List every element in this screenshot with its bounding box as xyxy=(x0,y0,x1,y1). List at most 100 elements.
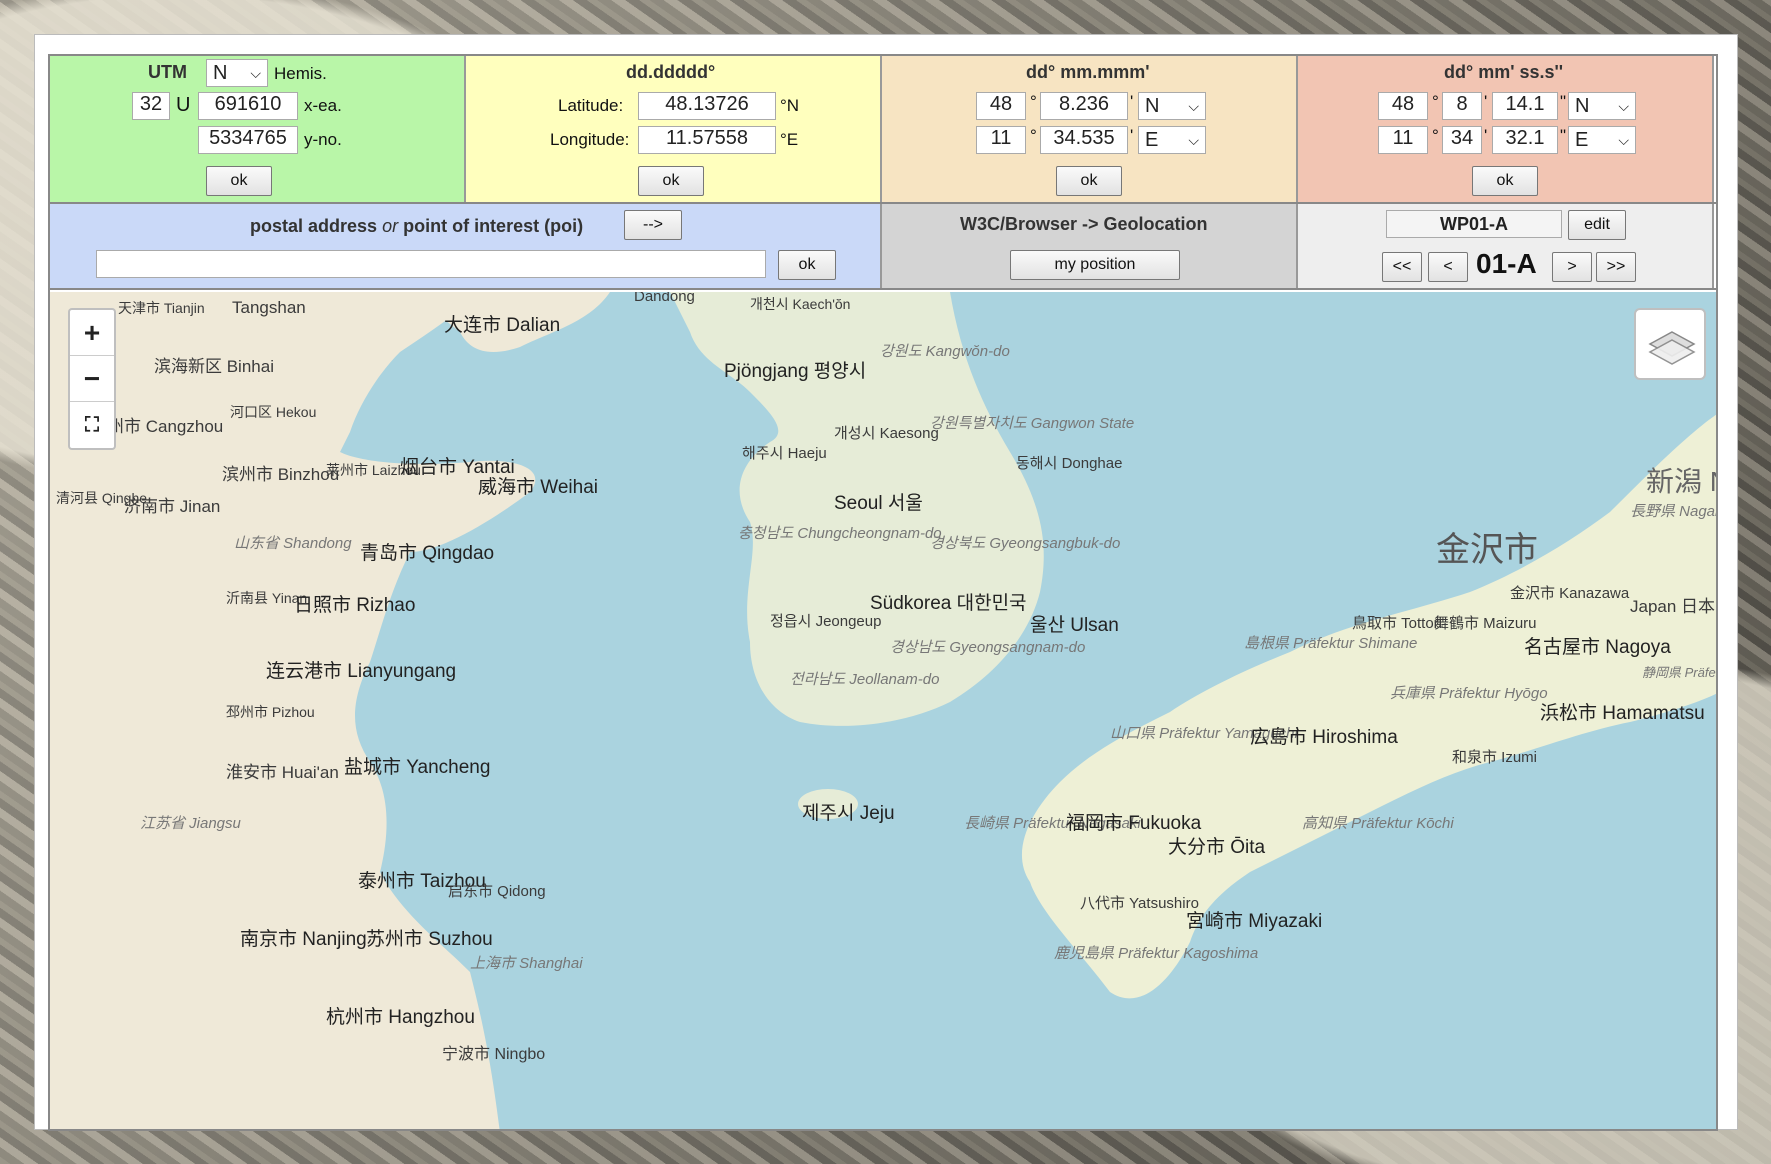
dm-lon-deg-sym: ° xyxy=(1030,126,1037,145)
zoom-out-button[interactable]: − xyxy=(70,356,114,402)
dm-ok-button[interactable]: ok xyxy=(1056,166,1122,196)
map-label: Seoul 서울 xyxy=(834,493,923,514)
map-label: 杭州市 Hangzhou xyxy=(326,1007,475,1028)
degrees-minutes-seconds-section: dd° mm' ss.s'' 48 ° 8 ' 14.1 " N ⌵ 11 ° … xyxy=(1298,56,1714,202)
my-position-button[interactable]: my position xyxy=(1010,250,1180,280)
easting-field[interactable]: 691610 xyxy=(198,92,298,120)
chevron-down-icon: ⌵ xyxy=(1618,132,1629,148)
map-label: 金沢市 xyxy=(1436,531,1538,569)
latitude-field[interactable]: 48.13726 xyxy=(638,92,776,120)
hemisphere-label: Hemis. xyxy=(274,64,327,83)
map-label: Südkorea 대한민국 xyxy=(870,593,1027,614)
map-label: 启东市 Qidong xyxy=(448,883,546,900)
dms-lon-min-sym: ' xyxy=(1484,126,1488,145)
dm-lat-hem-select[interactable]: N ⌵ xyxy=(1138,92,1206,120)
layers-button[interactable] xyxy=(1634,308,1706,380)
map-label: 滨州市 Binzhou xyxy=(222,465,340,484)
waypoint-section: WP01-A edit << < 01-A > >> xyxy=(1298,204,1714,288)
map-label: 江苏省 Jiangsu xyxy=(140,815,241,832)
dm-lat-deg-field[interactable]: 48 xyxy=(976,92,1026,120)
map-label: 동해시 Donghae xyxy=(1016,455,1123,472)
map-label: 苏州市 Suzhou xyxy=(366,929,493,950)
dms-ok-button[interactable]: ok xyxy=(1472,166,1538,196)
map-label: 清河县 Qinghe xyxy=(56,490,148,506)
dms-lon-deg-field[interactable]: 11 xyxy=(1378,126,1428,154)
northing-field[interactable]: 5334765 xyxy=(198,126,298,154)
waypoint-current-label: 01-A xyxy=(1476,248,1537,279)
map-label: 天津市 Tianjin xyxy=(118,300,205,316)
map-label: 高知県 Präfektur Kōchi xyxy=(1302,815,1454,832)
map-label: 해주시 Haeju xyxy=(742,445,827,462)
address-ok-button[interactable]: ok xyxy=(778,250,836,280)
dms-lon-hem-select[interactable]: E ⌵ xyxy=(1568,126,1636,154)
map-label: Tangshan xyxy=(232,298,306,317)
coordinate-converter-panel: UTM N ⌵ Hemis. 32 U 691610 x-ea. 5334765… xyxy=(48,54,1718,1131)
dm-lat-min-field[interactable]: 8.236 xyxy=(1040,92,1128,120)
map-label: 宁波市 Ningbo xyxy=(442,1046,546,1063)
map-label: 舞鶴市 Maizuru xyxy=(1434,615,1537,632)
band-label: U xyxy=(176,94,191,116)
dms-lon-hem-value: E xyxy=(1575,129,1589,151)
map-label: 福岡市 Fukuoka xyxy=(1066,813,1202,834)
poi-toggle-button[interactable]: --> xyxy=(624,210,682,240)
hemisphere-value: N xyxy=(213,62,228,84)
hemisphere-select[interactable]: N ⌵ xyxy=(206,59,268,87)
coordinate-formats-row: UTM N ⌵ Hemis. 32 U 691610 x-ea. 5334765… xyxy=(50,56,1716,204)
zone-field[interactable]: 32 xyxy=(132,92,170,120)
poi-title-poi: point of interest (poi) xyxy=(403,216,584,236)
map-view[interactable]: Tangshan 天津市 Tianjin 滨海新区 Binhai 大连市 Dal… xyxy=(50,292,1716,1129)
map-label: 정읍시 Jeongeup xyxy=(770,613,882,630)
dms-lat-sec-sym: " xyxy=(1560,92,1567,111)
map-label: 제주시 Jeju xyxy=(802,803,895,824)
dm-lon-deg-field[interactable]: 11 xyxy=(976,126,1026,154)
dms-lat-min-field[interactable]: 8 xyxy=(1442,92,1482,120)
map-label: 金沢市 Kanazawa xyxy=(1510,585,1630,602)
dms-lon-deg-sym: ° xyxy=(1432,126,1439,145)
dd-ok-button[interactable]: ok xyxy=(638,166,704,196)
latitude-unit: °N xyxy=(780,96,800,115)
waypoint-edit-button[interactable]: edit xyxy=(1568,210,1626,240)
map-label: 滨海新区 Binhai xyxy=(154,357,274,376)
row1-filler xyxy=(1714,56,1716,202)
waypoint-next-button[interactable]: > xyxy=(1552,252,1592,282)
map-label: 静岡県 Präfektur Shizuoka xyxy=(1642,665,1716,680)
zoom-in-button[interactable]: + xyxy=(70,310,114,356)
dms-lat-sec-field[interactable]: 14.1 xyxy=(1492,92,1558,120)
geo-title: W3C/Browser -> Geolocation xyxy=(960,214,1208,234)
dms-lat-deg-field[interactable]: 48 xyxy=(1378,92,1428,120)
map-label: 兵庫県 Präfektur Hyōgo xyxy=(1390,685,1548,702)
map-label: 名古屋市 Nagoya xyxy=(1524,637,1671,658)
waypoint-last-button[interactable]: >> xyxy=(1596,252,1636,282)
map-label: 長野県 Nagano xyxy=(1630,503,1716,520)
dms-title: dd° mm' ss.s'' xyxy=(1444,62,1564,82)
dm-lon-min-sym: ' xyxy=(1130,126,1134,145)
map-label: 盐城市 Yancheng xyxy=(344,757,491,778)
easting-label: x-ea. xyxy=(304,96,342,115)
map-label: 개성시 Kaesong xyxy=(834,425,939,442)
map-label: 경상북도 Gyeongsangbuk-do xyxy=(930,535,1121,552)
dms-lon-min-field[interactable]: 34 xyxy=(1442,126,1482,154)
utm-title: UTM xyxy=(148,62,187,82)
utm-ok-button[interactable]: ok xyxy=(206,166,272,196)
map-label: 八代市 Yatsushiro xyxy=(1080,895,1199,912)
waypoint-first-button[interactable]: << xyxy=(1382,252,1422,282)
dms-lon-sec-field[interactable]: 32.1 xyxy=(1492,126,1558,154)
fullscreen-icon[interactable]: ⛶ xyxy=(70,402,114,448)
map-label: 大连市 Dalian xyxy=(444,315,561,336)
dms-lat-hem-select[interactable]: N ⌵ xyxy=(1568,92,1636,120)
waypoint-name-field[interactable]: WP01-A xyxy=(1386,210,1562,238)
dms-lat-min-sym: ' xyxy=(1484,92,1488,111)
dm-lon-hem-select[interactable]: E ⌵ xyxy=(1138,126,1206,154)
map-label: 南京市 Nanjing xyxy=(240,929,367,950)
dm-lon-min-field[interactable]: 34.535 xyxy=(1040,126,1128,154)
waypoint-prev-button[interactable]: < xyxy=(1428,252,1468,282)
address-search-input[interactable] xyxy=(96,250,766,278)
dms-lat-deg-sym: ° xyxy=(1432,92,1439,111)
dm-lat-deg-sym: ° xyxy=(1030,92,1037,111)
map-label: 広島市 Hiroshima xyxy=(1250,727,1398,748)
longitude-field[interactable]: 11.57558 xyxy=(638,126,776,154)
map-label: 경상남도 Gyeongsangnam-do xyxy=(890,639,1086,656)
longitude-unit: °E xyxy=(780,130,799,149)
decimal-degrees-section: dd.ddddd° Latitude: 48.13726 °N Longitud… xyxy=(466,56,882,202)
utm-section: UTM N ⌵ Hemis. 32 U 691610 x-ea. 5334765… xyxy=(50,56,466,202)
